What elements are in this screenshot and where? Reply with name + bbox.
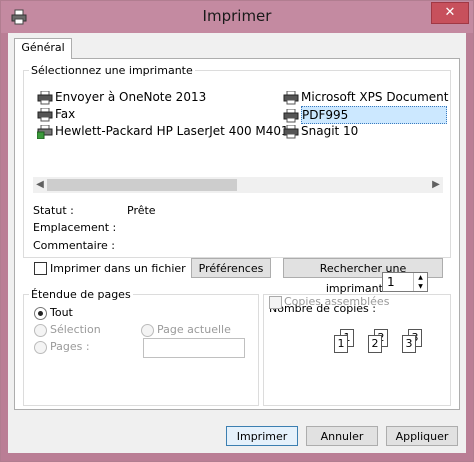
printer-item-xps[interactable]: Microsoft XPS Document W: [283, 89, 451, 105]
close-icon: ✕: [444, 5, 456, 20]
printer-name: Microsoft XPS Document W: [301, 90, 451, 104]
scroll-right-icon[interactable]: ▶: [429, 177, 443, 193]
status-value: Prête: [127, 204, 156, 217]
copies-stepper[interactable]: 1 ▲ ▼: [382, 272, 428, 292]
apply-button[interactable]: Appliquer: [386, 426, 458, 446]
tab-general[interactable]: Général: [14, 38, 72, 59]
printer-name: Hewlett-Packard HP LaserJet 400 M401d: [55, 124, 297, 138]
pages-input[interactable]: [143, 338, 245, 358]
printer-group-legend: Sélectionnez une imprimante: [29, 64, 195, 77]
collate-checkbox[interactable]: [269, 296, 282, 309]
printer-item-snagit[interactable]: Snagit 10: [283, 123, 358, 139]
preferences-button[interactable]: Préférences: [191, 258, 271, 278]
printer-list-scrollbar[interactable]: ◀ ▶: [33, 177, 443, 193]
range-all-radio[interactable]: [34, 307, 47, 320]
printer-icon: [283, 124, 299, 139]
status-label: Statut :: [33, 204, 74, 217]
collate-page-icon: 3: [402, 335, 416, 353]
close-button[interactable]: ✕: [431, 2, 469, 24]
printer-name: Fax: [55, 107, 76, 121]
dialog-client-area: Général Sélectionnez une imprimante Envo…: [8, 33, 466, 453]
stepper-down-icon[interactable]: ▼: [414, 282, 427, 291]
collate-page-icon: 1: [334, 335, 348, 353]
printer-icon: [283, 90, 299, 105]
printer-item-onenote[interactable]: Envoyer à OneNote 2013: [37, 89, 206, 105]
range-selection-label[interactable]: Sélection: [50, 323, 101, 336]
range-current-page-label[interactable]: Page actuelle: [157, 323, 231, 336]
scrollbar-thumb[interactable]: [47, 179, 237, 191]
printer-icon: [37, 90, 53, 105]
print-to-file-checkbox[interactable]: [34, 262, 47, 275]
window-title: Imprimer: [202, 7, 272, 25]
printer-name: Snagit 10: [301, 124, 359, 138]
tab-label: Général: [21, 41, 65, 54]
range-pages-radio[interactable]: [34, 341, 47, 354]
collate-illustration-icon: 1 1 2 2 3 3: [328, 329, 428, 359]
range-pages-label[interactable]: Pages :: [50, 340, 90, 353]
comment-label: Commentaire :: [33, 239, 115, 252]
printer-item-pdf995[interactable]: PDF995: [283, 106, 447, 124]
title-bar[interactable]: Imprimer ✕: [1, 1, 473, 33]
printer-icon: [283, 108, 299, 123]
stepper-up-icon[interactable]: ▲: [414, 273, 427, 282]
stepper-arrows: ▲ ▼: [413, 273, 427, 291]
network-printer-icon: [36, 124, 53, 139]
print-button[interactable]: Imprimer: [226, 426, 298, 446]
range-current-page-radio[interactable]: [141, 324, 154, 337]
location-label: Emplacement :: [33, 221, 117, 234]
copies-count-value[interactable]: 1: [387, 275, 395, 289]
collate-page-icon: 2: [368, 335, 382, 353]
printer-name: Envoyer à OneNote 2013: [55, 90, 207, 104]
range-all-label[interactable]: Tout: [50, 306, 73, 319]
collate-label[interactable]: Copies assemblées: [284, 295, 389, 308]
print-dialog-window: Imprimer ✕ Général Sélectionnez une impr…: [0, 0, 474, 462]
page-range-legend: Étendue de pages: [29, 288, 133, 301]
fax-printer-icon: [37, 107, 53, 122]
range-selection-radio[interactable]: [34, 324, 47, 337]
scroll-left-icon[interactable]: ◀: [33, 177, 47, 193]
printer-item-fax[interactable]: Fax: [37, 106, 75, 122]
print-to-file-label[interactable]: Imprimer dans un fichier: [50, 262, 186, 275]
printer-item-hp-laserjet[interactable]: Hewlett-Packard HP LaserJet 400 M401d: [36, 123, 297, 139]
printer-name: PDF995: [301, 106, 447, 124]
cancel-button[interactable]: Annuler: [306, 426, 378, 446]
